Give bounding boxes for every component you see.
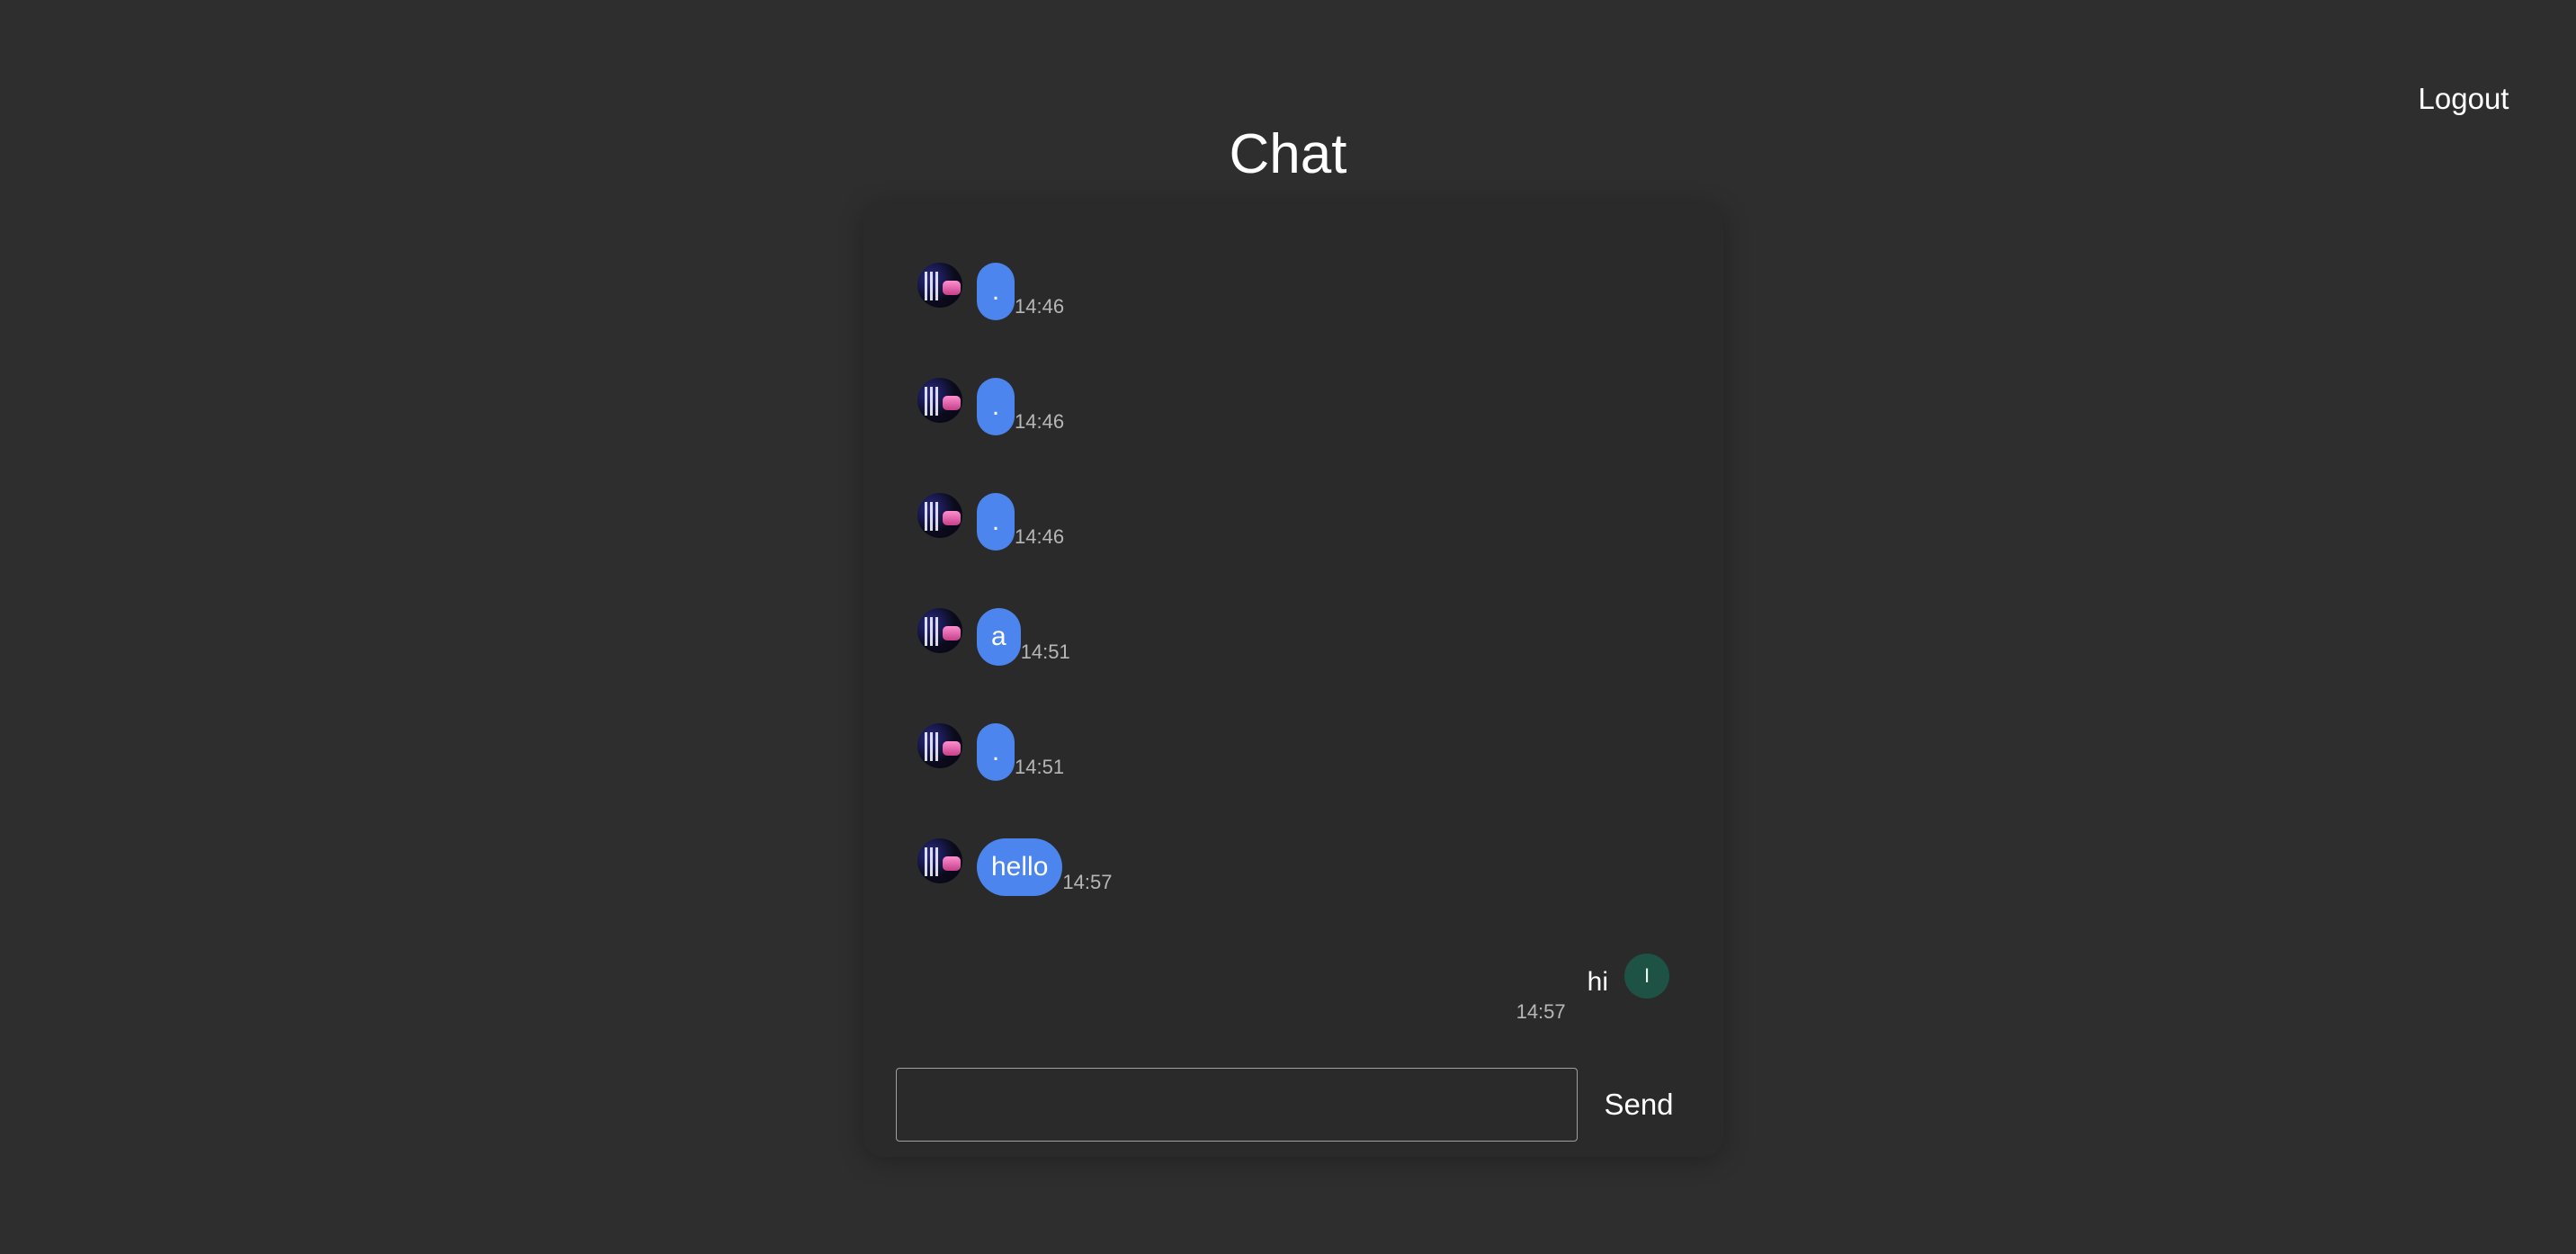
message-input[interactable] — [896, 1068, 1578, 1142]
message-row: . 14:46 — [917, 493, 1064, 551]
message-composer: Send — [896, 1068, 1687, 1142]
message-timestamp: 14:51 — [1020, 640, 1070, 663]
avatar — [917, 723, 962, 768]
message-bubble: . — [977, 263, 1015, 320]
message-bubble: hello — [977, 838, 1063, 896]
send-button[interactable]: Send — [1590, 1068, 1687, 1142]
message-timestamp: 14:46 — [1015, 295, 1065, 318]
message-bubble: . — [977, 493, 1015, 551]
message-row: a 14:51 — [917, 608, 1070, 666]
message-timestamp: 14:46 — [1015, 410, 1065, 433]
message-timestamp: 14:57 — [1516, 1000, 1566, 1023]
avatar: I — [1624, 954, 1669, 999]
page-title: Chat — [1229, 123, 1347, 185]
message-row-outgoing: 14:57 hi I — [1516, 954, 1669, 1023]
logout-button[interactable]: Logout — [2393, 77, 2535, 121]
avatar — [917, 608, 962, 653]
message-row: . 14:46 — [917, 263, 1064, 320]
message-row: . 14:46 — [917, 378, 1064, 435]
message-timestamp: 14:57 — [1062, 871, 1113, 893]
message-bubble: . — [977, 378, 1015, 435]
message-row: . 14:51 — [917, 723, 1064, 781]
message-timestamp: 14:46 — [1015, 525, 1065, 548]
chat-panel: . 14:46 . 14:46 . 14:46 a 14:51 . 14:51 … — [863, 203, 1723, 1157]
avatar — [917, 493, 962, 538]
message-bubble: a — [977, 608, 1021, 666]
avatar — [917, 378, 962, 423]
avatar — [917, 263, 962, 308]
message-bubble: hi — [1587, 967, 1608, 997]
message-row: hello 14:57 — [917, 838, 1112, 896]
avatar — [917, 838, 962, 883]
message-bubble: . — [977, 723, 1015, 781]
message-timestamp: 14:51 — [1015, 756, 1065, 778]
